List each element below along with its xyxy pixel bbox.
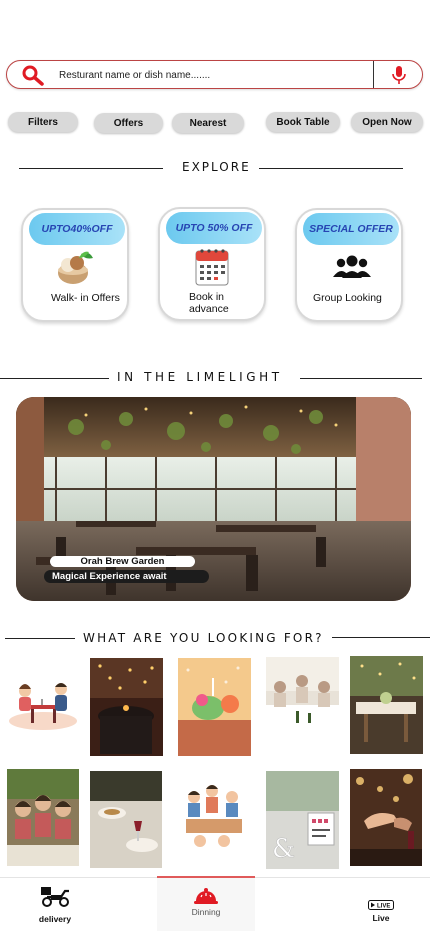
dining-cloche-icon: [194, 888, 218, 904]
family-dinner-illustration: [176, 771, 252, 860]
nav-label: Dinning: [191, 907, 221, 917]
offer-tag: SPECIAL OFFER: [303, 213, 399, 245]
category-tile-candlelight[interactable]: [90, 658, 163, 756]
category-tile-friends[interactable]: [7, 769, 79, 866]
explore-card-group-looking[interactable]: SPECIAL OFFER Group Looking: [295, 208, 403, 322]
category-tile-family[interactable]: [176, 771, 252, 860]
search-bar[interactable]: [6, 60, 423, 89]
filter-chip-offers[interactable]: Offers: [94, 113, 163, 133]
decorated-table-photo: [350, 656, 423, 754]
category-tile-proposal[interactable]: &: [266, 771, 339, 869]
wine-dinner-photo: [90, 771, 162, 868]
filter-chip-book-table[interactable]: Book Table: [266, 112, 340, 132]
explore-heading: EXPLORE: [174, 160, 259, 174]
birthday-party-illustration: [178, 658, 251, 756]
marry-me-decor-photo: &: [266, 771, 339, 869]
microphone-icon[interactable]: [389, 65, 409, 85]
explore-rule-right: [259, 168, 403, 169]
nav-delivery[interactable]: delivery: [30, 878, 80, 932]
explore-card-book-in-advance[interactable]: UPTO 50% OFF Book in advance: [158, 207, 266, 321]
ampersand-decor: &: [272, 834, 295, 864]
couple-dining-illustration: [9, 683, 77, 730]
limelight-heading: IN THE LIMELIGHT: [109, 370, 291, 384]
nav-label: Live: [372, 913, 390, 923]
candlelight-table-photo: [90, 658, 163, 756]
search-icon[interactable]: [21, 64, 45, 86]
card-label: Walk- in Offers: [51, 292, 120, 304]
search-input[interactable]: [59, 65, 359, 85]
category-tile-celebration[interactable]: [178, 658, 251, 756]
limelight-rule-right: [300, 378, 422, 379]
nav-label: delivery: [38, 914, 72, 924]
explore-rule-left: [19, 168, 163, 169]
looking-heading: WHAT ARE YOU LOOKING FOR?: [75, 631, 332, 645]
card-label: Group Looking: [313, 292, 382, 304]
friends-selfie-photo: [7, 769, 79, 866]
bottom-navigation: delivery Dinning LIVE Live: [0, 876, 430, 932]
restaurant-name-pill: Orah Brew Garden: [50, 556, 195, 567]
limelight-rule-left: [0, 378, 110, 379]
card-label: Book in advance: [189, 291, 229, 315]
category-tile-wine-dine[interactable]: [90, 771, 162, 868]
ice-cream-bowl-icon: [58, 251, 93, 284]
delivery-scooter-icon: [41, 887, 69, 907]
filter-chip-filters[interactable]: Filters: [8, 112, 78, 132]
search-divider: [373, 61, 374, 88]
nav-dining[interactable]: Dinning: [157, 876, 255, 931]
looking-rule-right: [325, 637, 430, 638]
group-dinner-photo: [266, 657, 339, 755]
category-tile-fine-dining[interactable]: [350, 656, 423, 754]
category-tile-date-night[interactable]: [350, 769, 422, 866]
filter-chip-open-now[interactable]: Open Now: [351, 112, 423, 132]
offer-tag: UPTO 50% OFF: [166, 212, 262, 244]
tagline-pill: Magical Experience await: [44, 570, 209, 583]
date-night-photo: [350, 769, 422, 866]
live-badge-icon: LIVE: [368, 900, 394, 910]
offer-tag: UPTO40%OFF: [29, 213, 125, 245]
group-icon: [333, 255, 371, 278]
filter-chip-nearest[interactable]: Nearest: [172, 113, 244, 133]
category-tile-romantic-dinner[interactable]: [3, 657, 83, 753]
calendar-icon: [195, 249, 229, 286]
explore-card-walk-in[interactable]: UPTO40%OFF Walk- in Offers: [21, 208, 129, 322]
svg-text:LIVE: LIVE: [377, 904, 390, 910]
category-tile-group-party[interactable]: [266, 657, 339, 755]
looking-rule-left: [5, 638, 75, 639]
nav-live[interactable]: LIVE Live: [362, 878, 400, 932]
